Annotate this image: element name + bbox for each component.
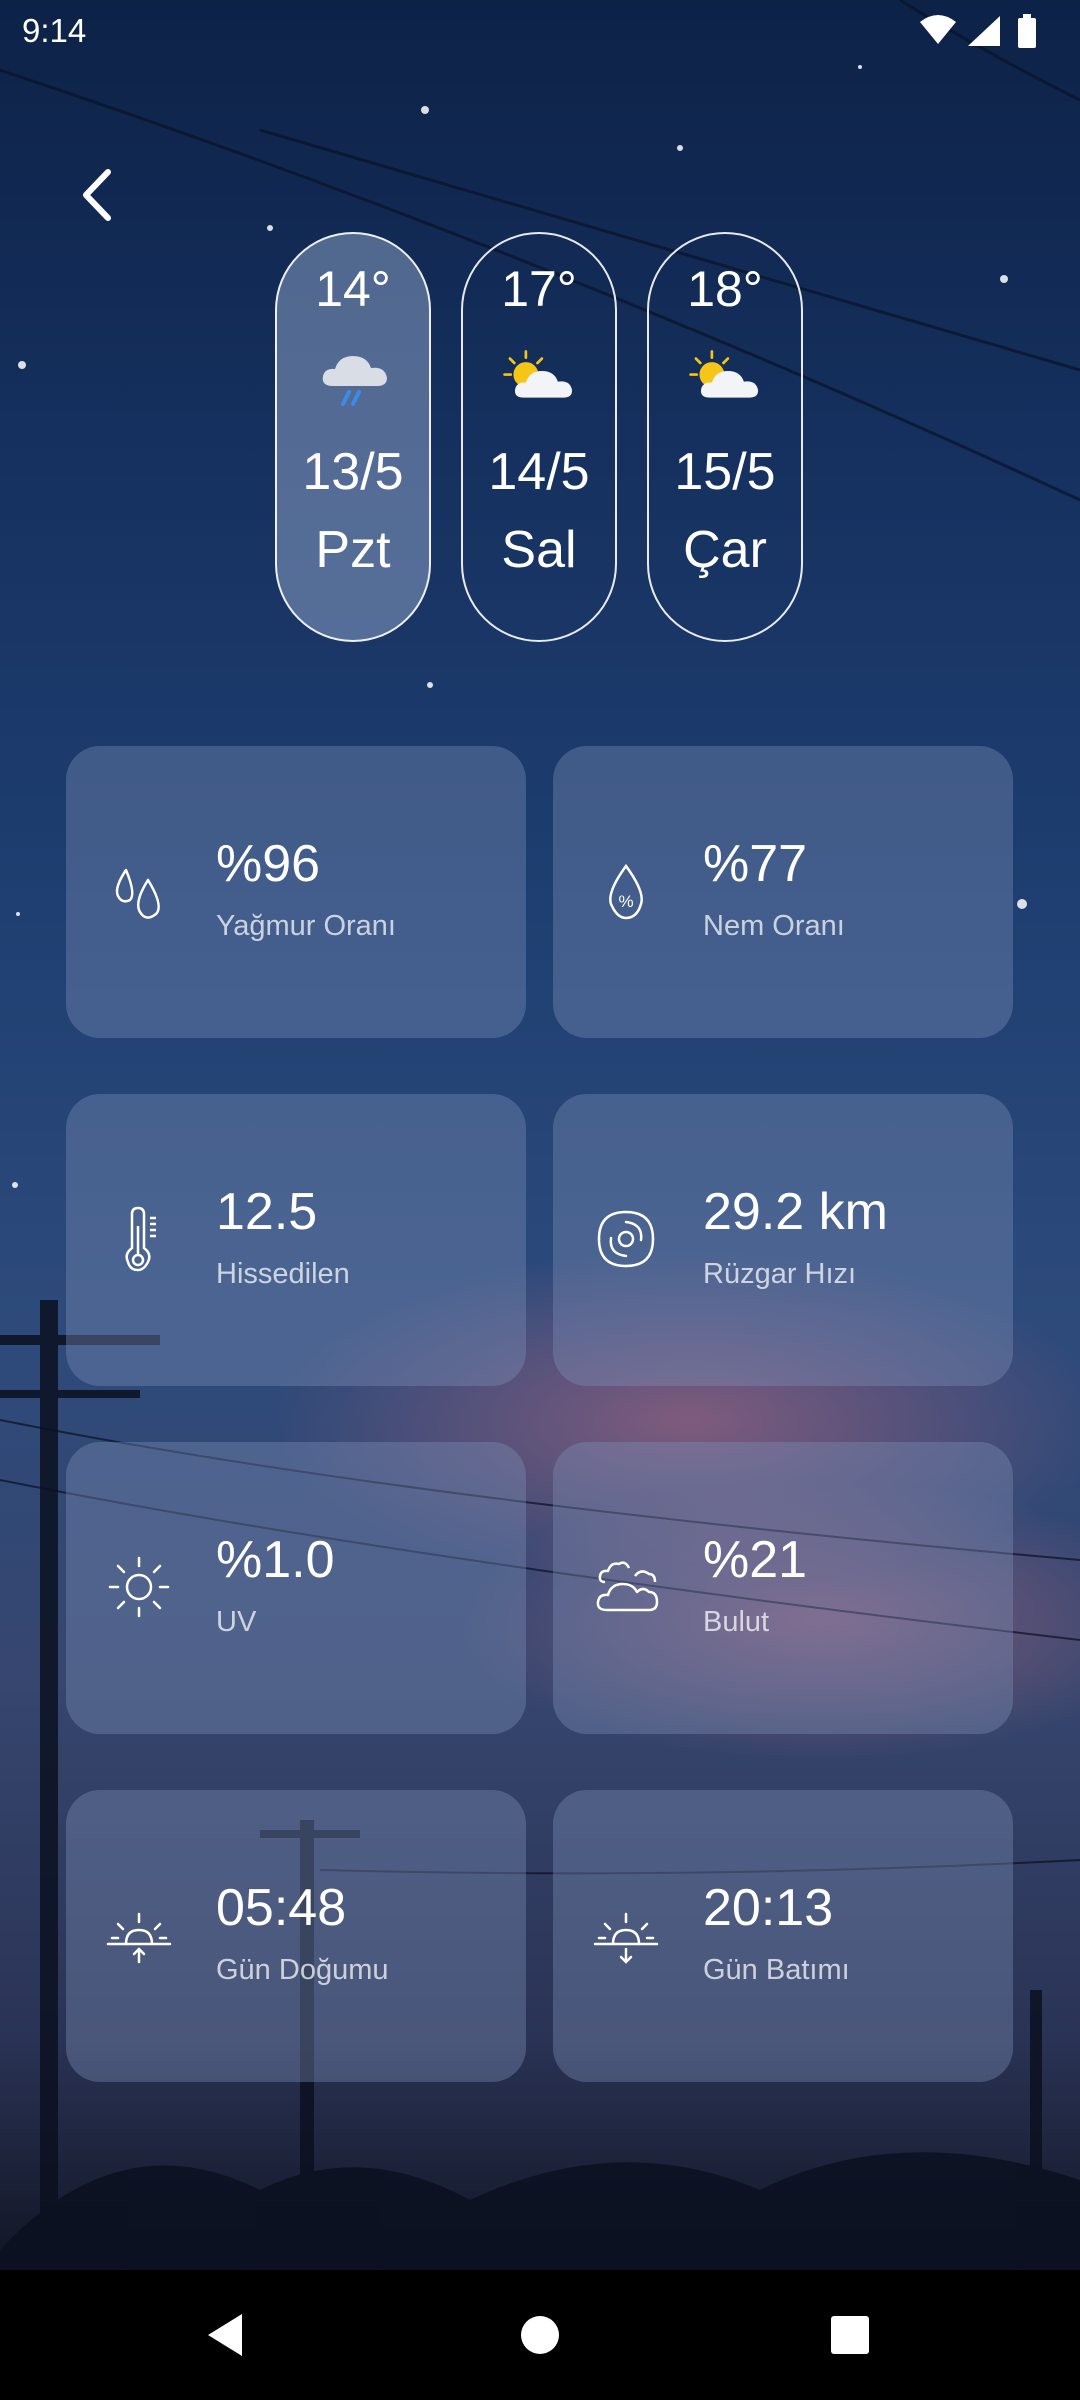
metric-label: Hissedilen <box>216 1258 350 1290</box>
day-temp: 18° <box>687 261 763 317</box>
rain-drops-icon <box>115 868 160 919</box>
metric-label: Nem Oranı <box>703 910 845 942</box>
metric-value: %77 <box>703 835 808 893</box>
battery-icon <box>1018 14 1036 48</box>
nav-home-icon <box>521 2316 559 2354</box>
metric-card-wind: 29.2 km Rüzgar Hızı <box>553 1094 1013 1386</box>
clouds-icon <box>596 1561 659 1612</box>
day-name: Sal <box>501 521 577 579</box>
cloud-rain-icon <box>322 356 387 406</box>
metric-label: Yağmur Oranı <box>216 910 396 942</box>
back-button[interactable] <box>70 160 130 230</box>
sunrise-icon <box>106 1912 172 1964</box>
day-temp: 14° <box>315 261 391 317</box>
status-time: 9:14 <box>22 12 87 49</box>
forecast-day-card[interactable]: 14° 13/5 Pzt <box>275 232 431 642</box>
metric-label: Gün Doğumu <box>216 1954 389 1986</box>
metric-card-feels-like: 12.5 Hissedilen <box>66 1094 526 1386</box>
metric-value: 05:48 <box>216 1879 347 1937</box>
metric-value: 20:13 <box>703 1879 834 1937</box>
metric-card-sunset: 20:13 Gün Batımı <box>553 1790 1013 2082</box>
nav-home-button[interactable] <box>505 2300 575 2370</box>
metric-card-rain: %96 Yağmur Oranı <box>66 746 526 1038</box>
signal-icon <box>968 16 1000 46</box>
status-bar: 9:14 <box>0 0 1080 64</box>
wifi-icon <box>920 15 956 44</box>
metric-label: Bulut <box>703 1606 770 1638</box>
day-date: 14/5 <box>488 443 590 501</box>
metric-value: 29.2 km <box>703 1183 888 1241</box>
nav-back-button[interactable] <box>190 2300 260 2370</box>
day-date: 15/5 <box>674 443 776 501</box>
day-temp: 17° <box>501 261 577 317</box>
metric-label: Rüzgar Hızı <box>703 1258 857 1290</box>
metric-value: %1.0 <box>216 1531 335 1589</box>
wind-icon <box>597 1210 655 1268</box>
nav-recents-button[interactable] <box>815 2300 885 2370</box>
nav-back-icon <box>208 2314 242 2356</box>
metric-label: UV <box>216 1606 257 1638</box>
svg-text:%: % <box>618 892 633 911</box>
metric-value: %21 <box>703 1531 808 1589</box>
day-date: 13/5 <box>302 443 404 501</box>
nav-recents-icon <box>831 2316 869 2354</box>
sunset-icon <box>593 1912 659 1964</box>
metric-card-clouds: %21 Bulut <box>553 1442 1013 1734</box>
metric-card-uv: %1.0 UV <box>66 1442 526 1734</box>
partly-cloudy-icon <box>503 350 573 398</box>
navigation-bar <box>0 2270 1080 2400</box>
metric-value: 12.5 <box>216 1183 318 1241</box>
thermometer-icon <box>125 1206 156 1272</box>
day-name: Pzt <box>315 521 391 579</box>
sun-icon <box>108 1556 170 1618</box>
forecast-day-card[interactable]: 17° 14/5 Sal <box>461 232 617 642</box>
partly-cloudy-icon <box>689 350 759 398</box>
forecast-day-card[interactable]: 18° 15/5 Çar <box>647 232 803 642</box>
metric-value: %96 <box>216 835 321 893</box>
day-name: Çar <box>683 521 767 579</box>
metric-card-sunrise: 05:48 Gün Doğumu <box>66 1790 526 2082</box>
status-icons <box>920 14 1036 48</box>
chevron-left-icon <box>83 169 111 221</box>
humidity-icon: % <box>609 863 643 920</box>
metric-label: Gün Batımı <box>703 1954 850 1986</box>
metric-card-humidity: % %77 Nem Oranı <box>553 746 1013 1038</box>
